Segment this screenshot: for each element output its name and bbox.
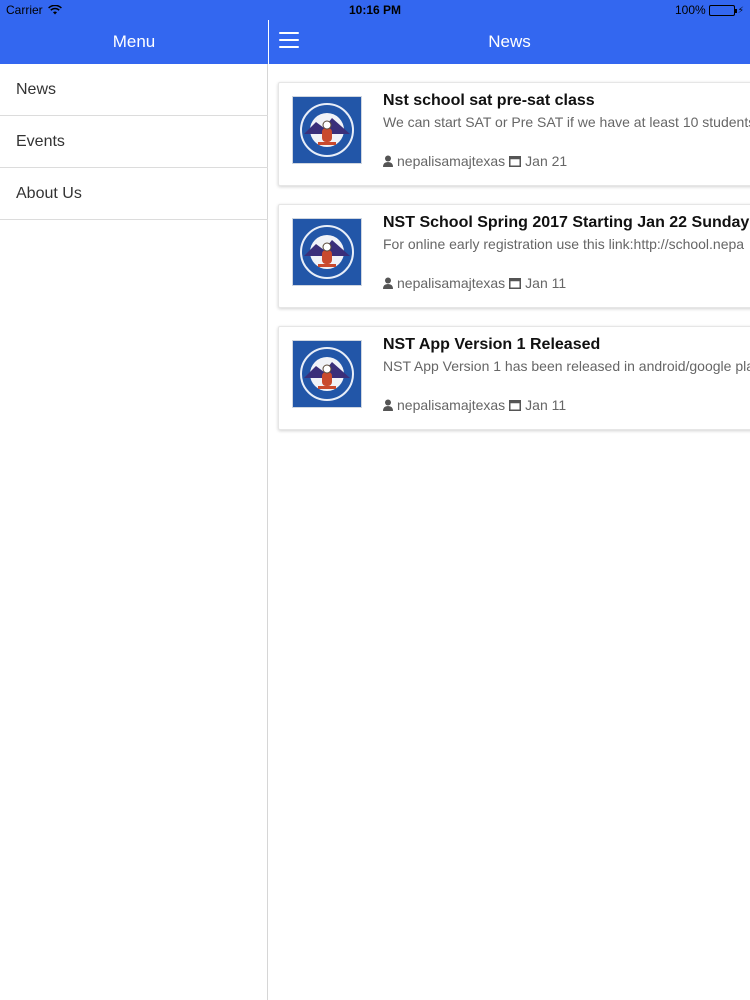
- news-title: NST App Version 1 Released: [383, 336, 601, 353]
- menu-item-label: News: [16, 80, 57, 98]
- news-card[interactable]: NST App Version 1 Released NST App Versi…: [278, 326, 750, 430]
- status-time: 10:16 PM: [348, 3, 402, 17]
- news-meta: nepalisamajtexas Jan 11: [383, 275, 566, 291]
- user-icon: [383, 155, 393, 167]
- page-title: News: [488, 32, 531, 51]
- news-card[interactable]: NST School Spring 2017 Starting Jan 22 S…: [278, 204, 750, 308]
- menu-title: Menu: [112, 32, 156, 51]
- news-excerpt: NST App Version 1 has been released in a…: [383, 358, 750, 374]
- side-menu: Menu News Events About Us: [0, 0, 268, 1000]
- society-logo-image: [292, 340, 362, 408]
- calendar-icon: [509, 156, 522, 167]
- news-author: nepalisamajtexas: [397, 153, 506, 169]
- news-list: Nst school sat pre-sat class We can star…: [278, 82, 750, 448]
- charging-icon: ⚡: [737, 4, 744, 15]
- menu-list: News Events About Us: [0, 64, 268, 220]
- news-header: News: [269, 20, 750, 64]
- news-title: NST School Spring 2017 Starting Jan 22 S…: [383, 214, 750, 231]
- news-date: Jan 11: [525, 397, 567, 413]
- news-author: nepalisamajtexas: [397, 397, 506, 413]
- news-excerpt: We can start SAT or Pre SAT if we have a…: [383, 114, 750, 130]
- news-date: Jan 11: [525, 275, 567, 291]
- news-meta: nepalisamajtexas Jan 11: [383, 397, 566, 413]
- user-icon: [383, 277, 393, 289]
- news-title: Nst school sat pre-sat class: [383, 92, 595, 109]
- news-excerpt: For online early registration use this l…: [383, 236, 745, 252]
- battery-percent: 100%: [674, 3, 706, 17]
- society-logo-image: [292, 96, 362, 164]
- news-date: Jan 21: [525, 153, 568, 169]
- battery-icon: [708, 4, 737, 16]
- news-meta: nepalisamajtexas Jan 21: [383, 153, 567, 169]
- society-logo-image: [292, 218, 362, 286]
- menu-item-events[interactable]: Events: [0, 116, 268, 168]
- user-icon: [383, 399, 393, 411]
- news-author: nepalisamajtexas: [397, 275, 506, 291]
- menu-item-news[interactable]: News: [0, 64, 268, 116]
- news-card[interactable]: Nst school sat pre-sat class We can star…: [278, 82, 750, 186]
- menu-item-about-us[interactable]: About Us: [0, 168, 268, 220]
- battery-info: 100% ⚡: [675, 3, 744, 17]
- status-bar: Carrier 10:16 PM 100% ⚡: [0, 0, 750, 20]
- menu-header: Menu: [0, 20, 268, 64]
- menu-item-label: About Us: [16, 184, 82, 202]
- calendar-icon: [509, 400, 522, 411]
- menu-item-label: Events: [16, 132, 65, 150]
- news-page: News Nst school sat pre-sat class We can…: [269, 0, 750, 1000]
- calendar-icon: [509, 278, 522, 289]
